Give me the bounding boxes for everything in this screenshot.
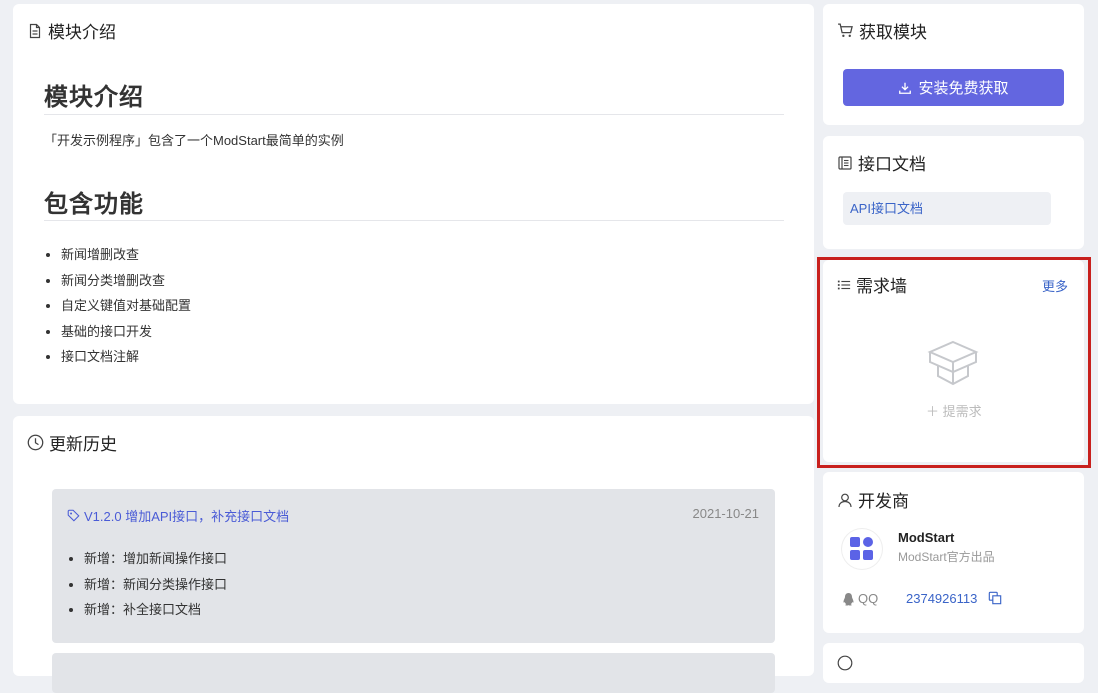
list-item: 新增：增加新闻操作接口: [84, 546, 227, 572]
developer-name: ModStart: [898, 530, 955, 545]
intro-card-title-text: 模块介绍: [48, 23, 116, 42]
version-date: 2021-10-21: [692, 506, 760, 521]
version-entry: [52, 653, 775, 693]
api-card-title-text: 接口文档: [858, 155, 926, 174]
clock-icon: [27, 434, 44, 451]
developer-card: 开发商 ModStart ModStart官方出品 QQ 2374926113: [823, 472, 1084, 633]
change-list: 新增：增加新闻操作接口 新增：新闻分类操作接口 新增：补全接口文档: [66, 546, 227, 623]
qq-icon: [843, 592, 854, 606]
list-item: 新增：补全接口文档: [84, 597, 227, 623]
next-card-title: [837, 655, 858, 671]
history-card-title-text: 更新历史: [49, 435, 117, 454]
qq-label-text: QQ: [858, 591, 879, 606]
history-card-title: 更新历史: [27, 430, 117, 455]
api-docs-card: 接口文档 API接口文档: [823, 136, 1084, 249]
feature-list: 新闻增删改查 新闻分类增删改查 自定义键值对基础配置 基础的接口开发 接口文档注…: [43, 242, 191, 370]
developer-subtitle: ModStart官方出品: [898, 550, 995, 564]
avatar: [842, 529, 882, 569]
divider: [44, 220, 784, 221]
dev-card-title-text: 开发商: [858, 492, 909, 511]
list-item: 基础的接口开发: [61, 319, 191, 345]
version-title: V1.2.0 增加API接口，补充接口文档: [84, 509, 290, 524]
version-entry: V1.2.0 增加API接口，补充接口文档 2021-10-21 新增：增加新闻…: [52, 489, 775, 643]
dev-card-title: 开发商: [837, 487, 909, 512]
version-tag: V1.2.0 增加API接口，补充接口文档: [67, 506, 289, 525]
install-button[interactable]: 安装免费获取: [843, 69, 1064, 106]
get-module-card: 获取模块 安装免费获取: [823, 4, 1084, 125]
api-docs-link[interactable]: API接口文档: [843, 192, 1051, 225]
info-icon: [837, 655, 853, 671]
list-item: 新闻增删改查: [61, 242, 191, 268]
intro-heading: 模块介绍: [44, 84, 144, 111]
download-icon: [899, 82, 912, 94]
intro-card-title: 模块介绍: [27, 18, 116, 43]
book-icon: [838, 155, 852, 170]
list-item: 接口文档注解: [61, 344, 191, 370]
qq-number: 2374926113: [906, 591, 978, 606]
user-icon: [838, 493, 852, 507]
qq-label: QQ: [842, 591, 878, 606]
list-item: 新闻分类增删改查: [61, 268, 191, 294]
features-heading: 包含功能: [44, 191, 144, 218]
module-intro-card: 模块介绍 模块介绍 「开发示例程序」包含了一个ModStart最简单的实例 包含…: [13, 4, 814, 404]
list-item: 新增：新闻分类操作接口: [84, 572, 227, 598]
api-card-title: 接口文档: [837, 150, 926, 175]
list-item: 自定义键值对基础配置: [61, 293, 191, 319]
update-history-card: 更新历史 V1.2.0 增加API接口，补充接口文档 2021-10-21 新增…: [13, 416, 814, 693]
highlight-box: [817, 257, 1091, 468]
cart-icon: [838, 23, 853, 37]
intro-description: 「开发示例程序」包含了一个ModStart最简单的实例: [44, 133, 344, 148]
copy-icon[interactable]: [988, 591, 1002, 605]
get-card-title-text: 获取模块: [859, 23, 927, 42]
get-card-title: 获取模块: [837, 18, 927, 43]
modstart-logo-icon: [850, 537, 873, 560]
install-button-label: 安装免费获取: [918, 80, 1009, 97]
next-card: [823, 643, 1084, 683]
tag-icon: [67, 509, 80, 522]
document-icon: [29, 23, 41, 38]
divider: [44, 114, 784, 115]
